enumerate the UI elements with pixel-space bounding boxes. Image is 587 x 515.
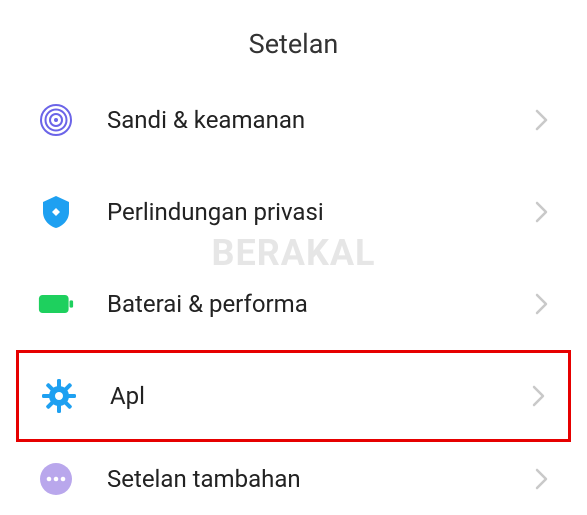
chevron-right-icon	[532, 384, 546, 408]
settings-item-privacy[interactable]: Perlindungan privasi	[0, 166, 587, 258]
settings-list: Sandi & keamanan Perlindungan privasi Ba…	[0, 74, 587, 515]
apps-cog-icon	[41, 378, 77, 414]
settings-item-label: Perlindungan privasi	[107, 198, 535, 226]
chevron-right-icon	[535, 467, 549, 491]
chevron-right-icon	[535, 292, 549, 316]
chevron-right-icon	[535, 108, 549, 132]
more-icon	[38, 461, 74, 497]
settings-item-label: Baterai & performa	[107, 290, 535, 318]
settings-item-battery[interactable]: Baterai & performa	[0, 258, 587, 350]
fingerprint-icon	[38, 102, 74, 138]
settings-item-security[interactable]: Sandi & keamanan	[0, 74, 587, 166]
settings-item-label: Apl	[110, 382, 532, 410]
page-title: Setelan	[0, 0, 587, 74]
settings-item-apps[interactable]: Apl	[16, 350, 571, 442]
battery-icon	[38, 286, 74, 322]
settings-item-label: Sandi & keamanan	[107, 106, 535, 134]
shield-icon	[38, 194, 74, 230]
settings-item-label: Setelan tambahan	[107, 465, 535, 493]
settings-item-additional[interactable]: Setelan tambahan	[0, 442, 587, 515]
chevron-right-icon	[535, 200, 549, 224]
